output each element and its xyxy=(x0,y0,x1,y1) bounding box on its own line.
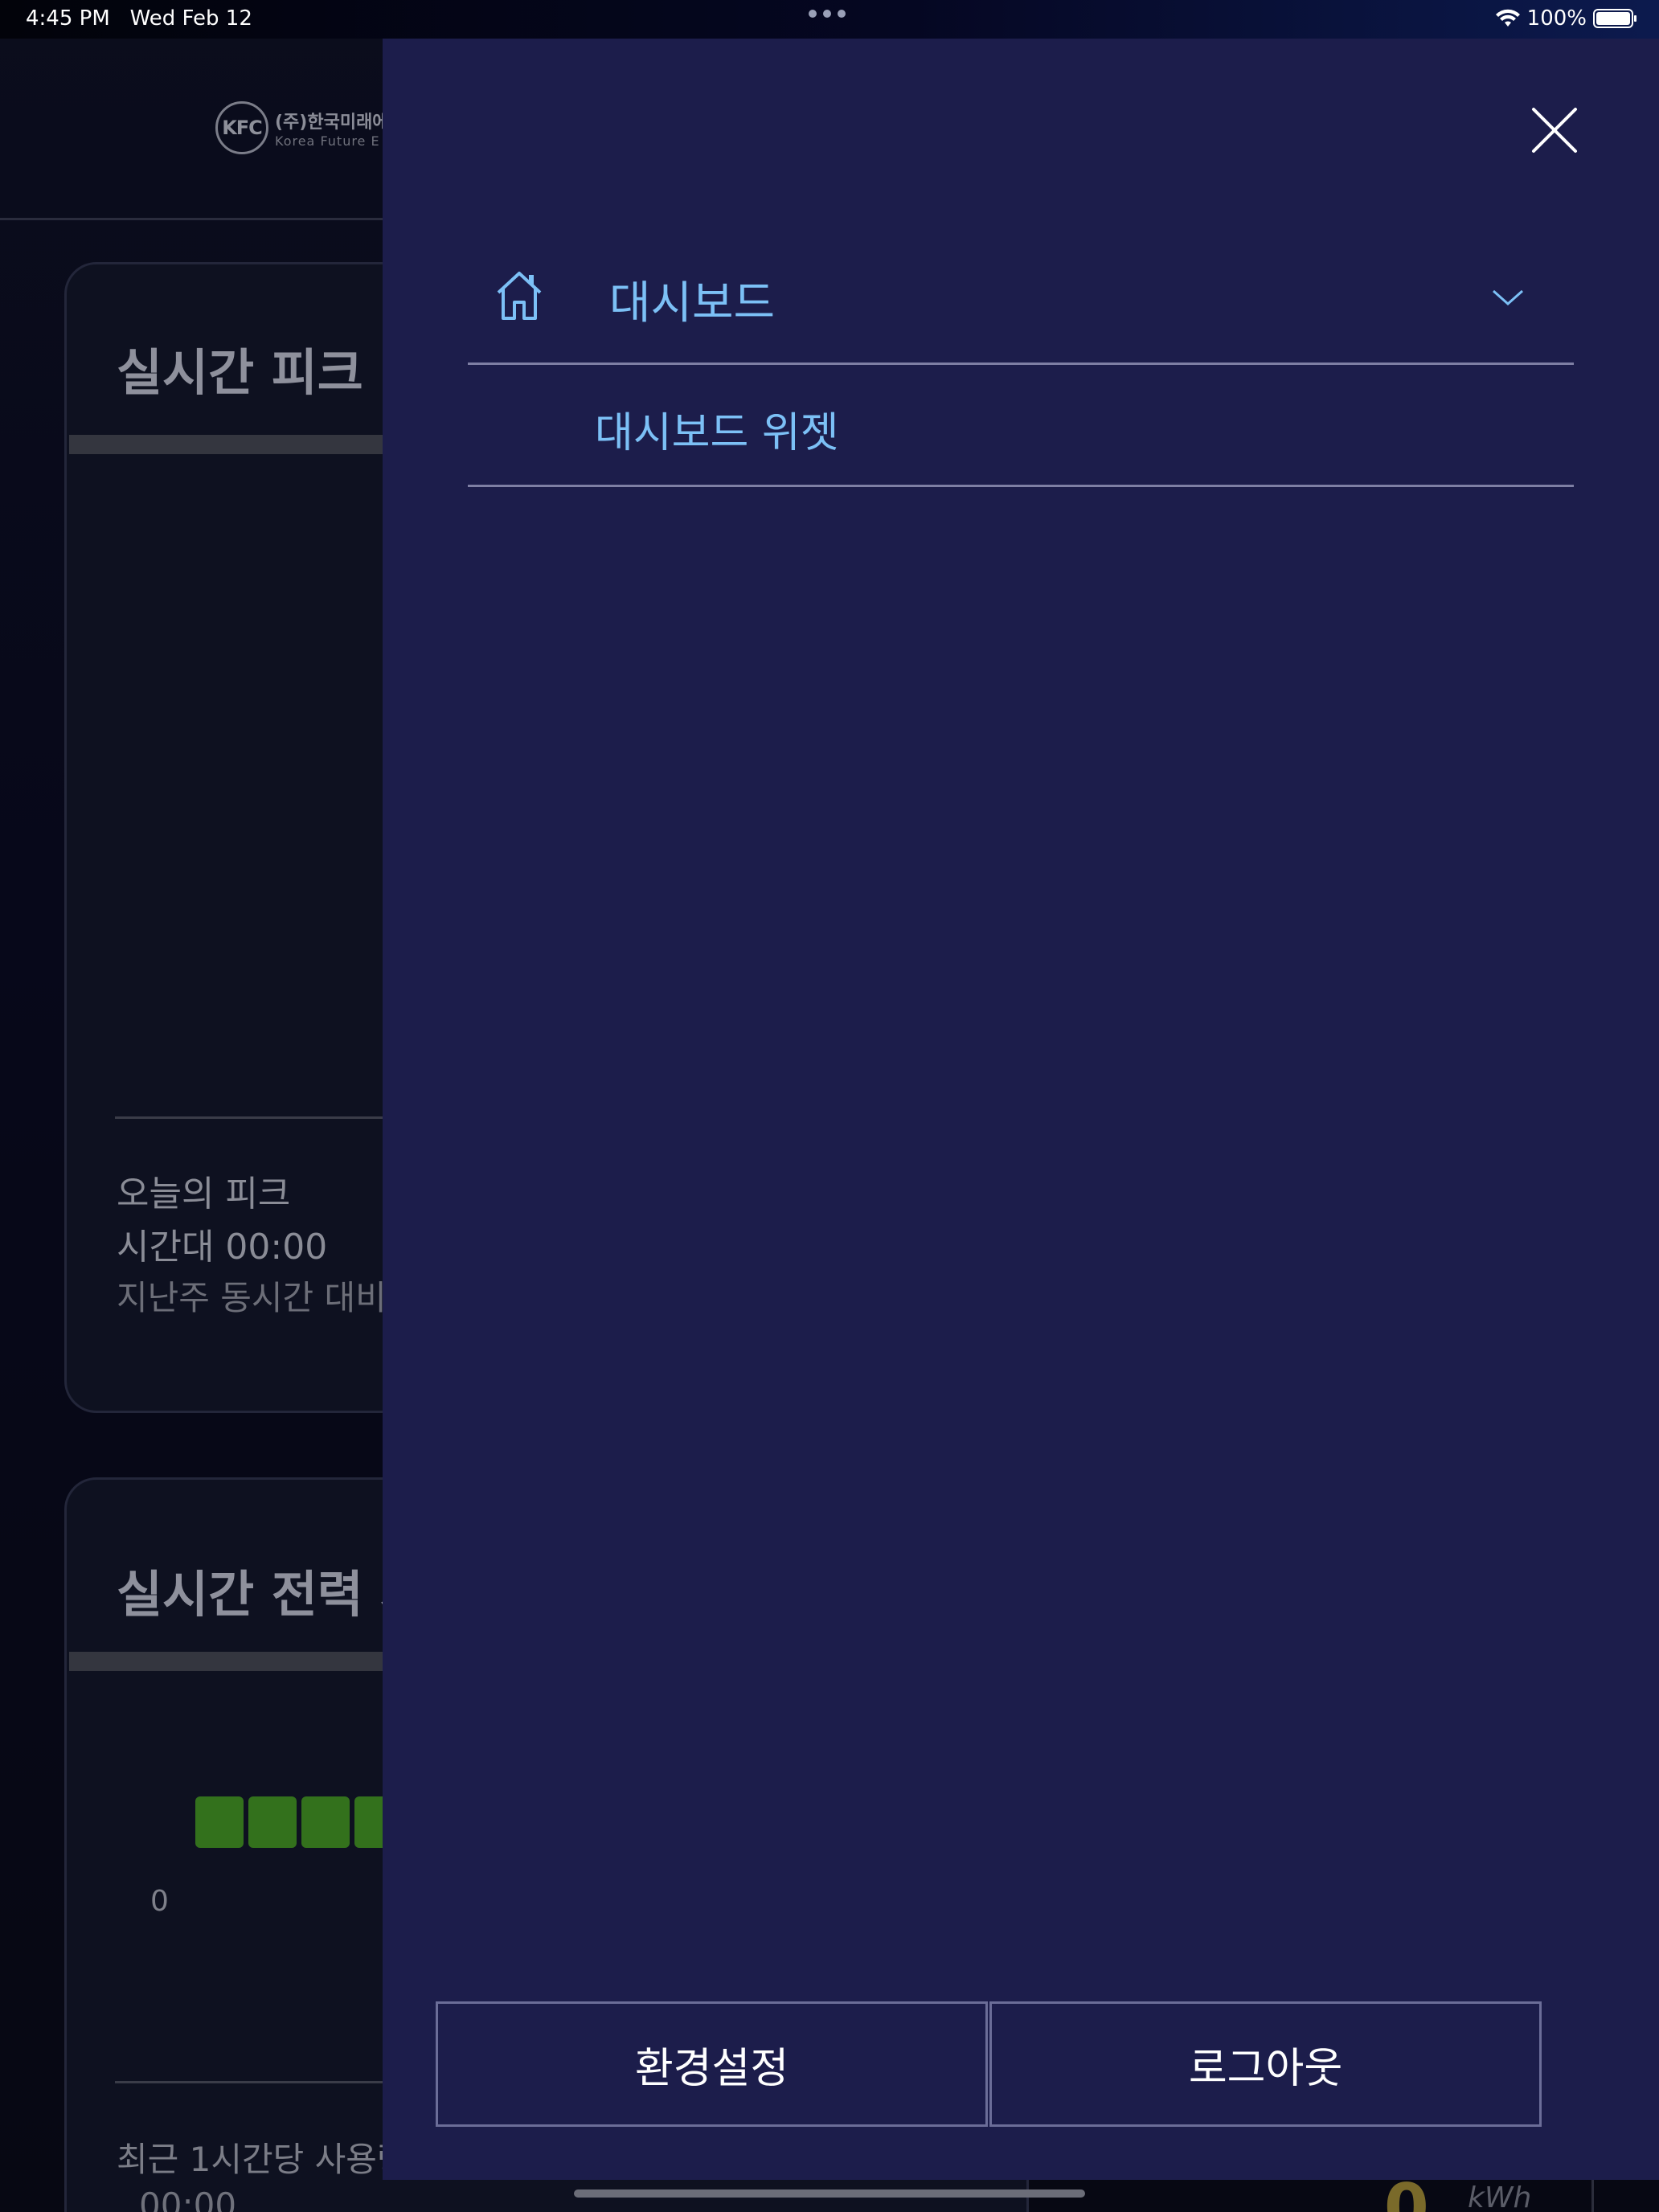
home-icon xyxy=(497,272,542,320)
logout-button[interactable]: 로그아웃 xyxy=(989,2001,1542,2127)
logo-mark: KFC xyxy=(215,101,268,154)
home-indicator[interactable] xyxy=(574,2189,1085,2198)
status-time: 4:45 PM Wed Feb 12 xyxy=(26,6,252,31)
drawer-footer: 환경설정 로그아웃 xyxy=(436,2001,1542,2127)
battery-percent: 100% xyxy=(1526,6,1587,31)
gauge-segment xyxy=(195,1796,244,1848)
chevron-down-icon[interactable] xyxy=(1490,286,1526,309)
peak-today-label: 오늘의 피크 xyxy=(117,1174,291,1215)
peak-time-label: 시간대 00:00 xyxy=(117,1227,328,1268)
recent-usage-label: 최근 1시간당 사용량 xyxy=(117,2140,408,2179)
company-logo: KFC (주)한국미래에 Korea Future E xyxy=(215,101,389,154)
gauge-zero-label: 0 xyxy=(150,1885,169,1918)
menu-item-label: 대시보드 xyxy=(609,277,776,330)
status-indicators: 100% xyxy=(1495,6,1636,31)
usage-unit: kWh xyxy=(1468,2181,1532,2212)
recent-usage-time: 00:00 xyxy=(139,2185,237,2212)
wifi-icon xyxy=(1495,9,1520,27)
side-menu-drawer: 대시보드 대시보드 위젯 환경설정 로그아웃 xyxy=(383,39,1659,2180)
peak-compare-label: 지난주 동시간 대비 xyxy=(117,1278,387,1317)
battery-icon xyxy=(1593,9,1636,28)
gauge-segment xyxy=(248,1796,297,1848)
power-card-title: 실시간 전력 사 xyxy=(117,1565,427,1624)
status-bar: 4:45 PM Wed Feb 12 100% xyxy=(0,0,1659,39)
logo-english-name: Korea Future E xyxy=(275,133,380,149)
menu-item-dashboard[interactable]: 대시보드 xyxy=(468,230,1574,365)
multitasking-dots-icon[interactable] xyxy=(809,10,846,18)
usage-gauge xyxy=(195,1796,403,1848)
gauge-segment xyxy=(301,1796,350,1848)
submenu-item-dashboard-widget[interactable]: 대시보드 위젯 xyxy=(468,365,1574,487)
peak-card-title: 실시간 피크 xyxy=(117,343,363,402)
settings-button[interactable]: 환경설정 xyxy=(436,2001,988,2127)
close-icon[interactable] xyxy=(1530,106,1579,154)
logo-korean-name: (주)한국미래에 xyxy=(275,112,389,133)
peak-summary: 오늘의 피크 시간대 00:00 지난주 동시간 대비 xyxy=(117,1165,387,1320)
submenu-item-label: 대시보드 위젯 xyxy=(595,409,839,457)
